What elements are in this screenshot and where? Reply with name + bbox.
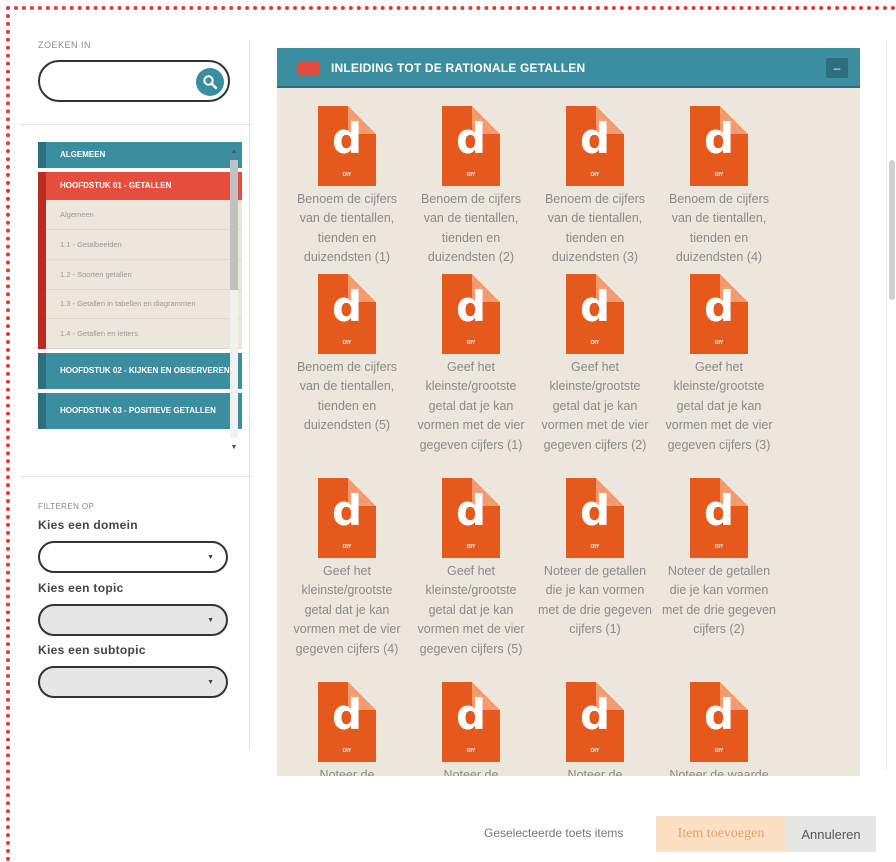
item-tile-label: Geef het kleinste/grootste getal dat je …	[417, 564, 525, 656]
item-tile[interactable]: d DIY Noteer de	[285, 682, 409, 776]
item-tile[interactable]: d DIY Geef het kleinste/grootste getal dat…	[409, 478, 533, 659]
item-tile-label: Geef het kleinste/grootste getal dat je …	[417, 360, 525, 452]
document-icon: d DIY	[318, 682, 376, 762]
column-divider	[249, 40, 250, 750]
item-tile[interactable]: d DIY Geef het kleinste/grootste getal dat…	[409, 274, 533, 455]
tree-subitem[interactable]: 1.4 - Getallen en letters	[46, 319, 242, 349]
tree-item-hoofdstuk-01[interactable]: HOOFDSTUK 01 - GETALLEN	[38, 172, 242, 200]
search-button[interactable]	[196, 68, 224, 96]
topic-select[interactable]: ▼	[38, 604, 228, 636]
document-icon: d DIY	[566, 682, 624, 762]
tree-item-algemeen[interactable]: ALGEMEEN	[38, 142, 242, 168]
item-tile-label: Noteer de	[567, 768, 623, 776]
flag-icon	[297, 61, 319, 75]
page-scrollbar-thumb[interactable]	[889, 160, 895, 300]
filter-heading: FILTEREN OP	[38, 502, 95, 511]
document-icon: d DIY	[442, 478, 500, 558]
document-icon: d DIY	[566, 106, 624, 186]
item-tile-label: Benoem de cijfers van de tientallen, tie…	[296, 360, 398, 433]
item-tile[interactable]: d DIY Noteer de	[533, 682, 657, 776]
item-tile-label: Noteer de waarde	[669, 768, 769, 776]
tree-item-label: HOOFDSTUK 03 - POSITIEVE GETALLEN	[60, 406, 216, 416]
page-scrollbar[interactable]	[886, 40, 896, 770]
item-tile[interactable]: d DIY Benoem de cijfers van de tientallen,…	[409, 106, 533, 268]
item-tile[interactable]: d DIY Noteer de	[409, 682, 533, 776]
tree-item-hoofdstuk-02[interactable]: HOOFDSTUK 02 - KIJKEN EN OBSERVEREN	[38, 353, 242, 389]
content-panel: INLEIDING TOT DE RATIONALE GETALLEN – dD…	[277, 48, 860, 776]
dotted-border-top	[6, 6, 896, 10]
subtopic-select[interactable]: ▼	[38, 666, 228, 698]
tree-item-label: ALGEMEEN	[60, 150, 106, 160]
domain-label: Kies een domein	[38, 518, 138, 532]
document-icon: d DIY	[318, 478, 376, 558]
search-icon	[203, 75, 218, 90]
document-icon: d DIY	[442, 106, 500, 186]
scroll-down-icon[interactable]: ▼	[228, 442, 240, 454]
dotted-border-left	[6, 6, 10, 862]
caret-down-icon: ▼	[207, 617, 214, 624]
tree-scrollbar[interactable]: ▲ ▼	[228, 146, 240, 454]
tree-subitem[interactable]: 1.1 - Getalbeelden	[46, 230, 242, 260]
item-tile-label: Noteer de getallen die je kan vormen met…	[538, 564, 652, 637]
item-tile-label: Benoem de cijfers van de tientallen, tie…	[544, 192, 646, 265]
tree-subitem[interactable]: Algemeen	[46, 200, 242, 230]
panel-title: INLEIDING TOT DE RATIONALE GETALLEN	[331, 61, 586, 75]
item-tile[interactable]: d DIY Noteer de getallen die je kan vormen…	[657, 478, 781, 640]
chapter-tree: ALGEMEEN HOOFDSTUK 01 - GETALLEN Algemee…	[38, 142, 242, 454]
domain-select[interactable]: ▼	[38, 541, 228, 573]
subtopic-label: Kies een subtopic	[38, 643, 146, 657]
divider	[20, 476, 252, 477]
item-tile-label: Noteer de getallen die je kan vormen met…	[662, 564, 776, 637]
selected-items-label: Geselecteerde toets items	[484, 826, 624, 840]
item-tile-label: Noteer de	[443, 768, 499, 776]
document-icon: d DIY	[690, 478, 748, 558]
document-icon: d DIY	[318, 274, 376, 354]
add-item-button[interactable]: Item toevoegen	[656, 816, 786, 852]
cancel-button[interactable]: Annuleren	[786, 816, 876, 852]
scroll-up-icon[interactable]: ▲	[228, 146, 240, 158]
item-tile-label: Geef het kleinste/grootste getal dat je …	[665, 360, 773, 452]
document-icon: d DIY	[690, 274, 748, 354]
item-tile-label: Noteer de	[319, 768, 375, 776]
document-icon: d DIY	[566, 478, 624, 558]
item-tile-label: Geef het kleinste/grootste getal dat je …	[293, 564, 401, 656]
item-tile[interactable]: d DIY Benoem de cijfers van de tientallen,…	[533, 106, 657, 268]
scrollbar-thumb[interactable]	[230, 160, 238, 290]
sidebar: ZOEKEN IN ALGEMEEN HOOFDSTUK 01 - GETALL…	[20, 20, 252, 840]
topic-label: Kies een topic	[38, 581, 124, 595]
item-tile[interactable]: d DIY Benoem de cijfers van de tientallen,…	[285, 106, 409, 268]
item-tile[interactable]: d DIY Geef het kleinste/grootste getal dat…	[657, 274, 781, 455]
panel-header[interactable]: INLEIDING TOT DE RATIONALE GETALLEN –	[277, 48, 860, 88]
collapse-button[interactable]: –	[826, 58, 848, 78]
caret-down-icon: ▼	[207, 554, 214, 561]
document-icon: d DIY	[690, 106, 748, 186]
caret-down-icon: ▼	[207, 679, 214, 686]
tree-item-label: HOOFDSTUK 02 - KIJKEN EN OBSERVEREN	[60, 366, 230, 376]
document-icon: d DIY	[442, 682, 500, 762]
tree-subitem[interactable]: 1.2 - Soorten getallen	[46, 260, 242, 290]
item-tile-label: Geef het kleinste/grootste getal dat je …	[541, 360, 649, 452]
tree-subitems: Algemeen 1.1 - Getalbeelden 1.2 - Soorte…	[38, 200, 242, 349]
item-tile-label: Benoem de cijfers van de tientallen, tie…	[668, 192, 770, 265]
tree-subitem[interactable]: 1.3 - Getallen in tabellen en diagrammen	[46, 290, 242, 319]
item-tile[interactable]: d DIY Benoem de cijfers van de tientallen,…	[285, 274, 409, 436]
document-icon: d DIY	[442, 274, 500, 354]
tree-item-label: HOOFDSTUK 01 - GETALLEN	[60, 181, 172, 191]
item-tile-label: Benoem de cijfers van de tientallen, tie…	[296, 192, 398, 265]
search-label: ZOEKEN IN	[38, 40, 92, 50]
item-tile[interactable]: d DIY Benoem de cijfers van de tientallen,…	[657, 106, 781, 268]
search-input[interactable]	[38, 60, 230, 102]
item-tile[interactable]: d DIY Geef het kleinste/grootste getal dat…	[285, 478, 409, 659]
item-tile[interactable]: d DIY Noteer de getallen die je kan vormen…	[533, 478, 657, 640]
item-tile[interactable]: d DIY Geef het kleinste/grootste getal dat…	[533, 274, 657, 455]
divider	[20, 124, 252, 125]
document-icon: d DIY	[566, 274, 624, 354]
document-icon: d DIY	[690, 682, 748, 762]
document-icon: d DIY	[318, 106, 376, 186]
item-tile-label: Benoem de cijfers van de tientallen, tie…	[420, 192, 522, 265]
tree-item-hoofdstuk-03[interactable]: HOOFDSTUK 03 - POSITIEVE GETALLEN	[38, 393, 242, 429]
item-tile[interactable]: d DIY Noteer de waarde	[657, 682, 781, 776]
